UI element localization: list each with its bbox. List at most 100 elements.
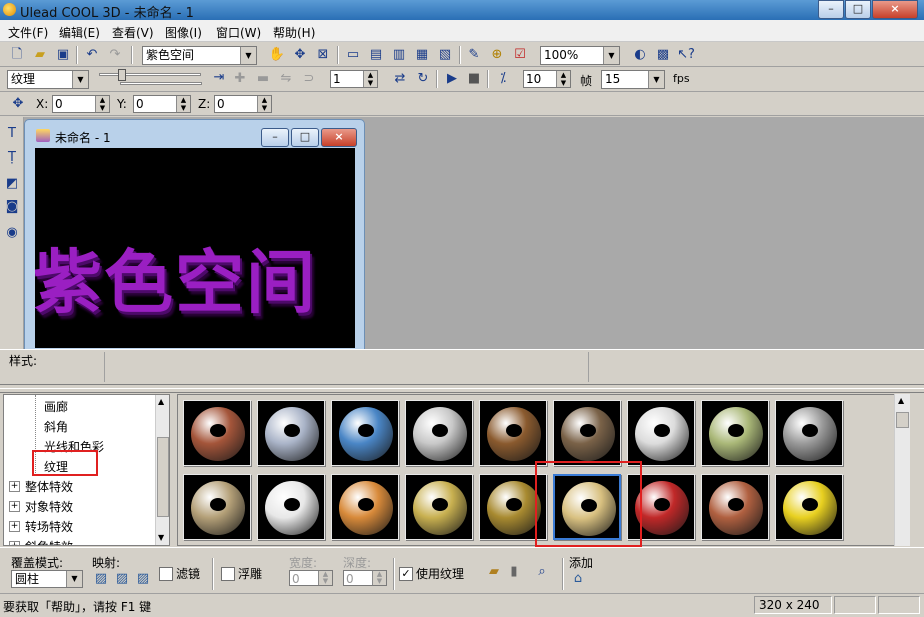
spin-arrows-icon[interactable]: ▲ ▼ [556,71,570,87]
texture-thumb-gold[interactable] [405,474,473,540]
expand-icon[interactable]: + [9,501,20,512]
loop-play-icon[interactable]: ⇄ [391,70,409,88]
tree-item-transition-effects[interactable]: 转场特效 [25,518,73,535]
undo-icon[interactable]: ↶ [83,46,101,64]
render-canvas[interactable]: 紫色空间 [35,148,355,348]
export-image-icon[interactable]: ▩ [654,46,672,64]
insert-graphic-icon[interactable]: ◩ [3,175,21,193]
save-icon[interactable]: ▣ [54,46,72,64]
tree-scrollbar[interactable]: ▲ ▼ [155,395,169,545]
add-to-library-icon[interactable]: ⌂ [569,570,587,588]
spin-arrows-icon[interactable]: ▲ ▼ [95,96,109,112]
y-input[interactable]: 0 ▲ ▼ [133,95,191,113]
depth-input[interactable]: 0 ▲ ▼ [343,570,387,586]
play-icon[interactable]: ▶ [443,70,461,88]
insert-text-icon[interactable]: T [3,125,21,143]
loop-icon[interactable]: ⊃ [300,70,318,88]
tree-item-object-effects[interactable]: 对象特效 [25,498,73,515]
texture-thumb-terracotta[interactable] [701,474,769,540]
hand-pan-icon[interactable]: ✋ [268,46,286,64]
maximize-button[interactable]: □ [845,0,871,19]
doc-close-button[interactable]: × [321,128,357,147]
keyframe-track[interactable] [120,82,202,85]
attribute-select[interactable]: 纹理 ▼ [7,70,89,89]
text-object-select[interactable]: 紫色空间 ▼ [142,46,257,65]
scroll-up-icon[interactable]: ▲ [158,397,164,406]
menu-image[interactable]: 图像(I) [165,24,202,41]
tree-item-gallery[interactable]: 画廊 [44,398,68,415]
texture-thumb-yellow[interactable] [775,474,843,540]
spin-arrows-icon[interactable]: ▲ ▼ [176,96,190,112]
texture-thumb-chrome[interactable] [257,474,325,540]
insert-shape-icon[interactable]: ◙ [3,198,21,216]
emboss-checkbox[interactable] [221,567,235,581]
scroll-thumb[interactable] [896,412,909,428]
texture-thumb-white-brick[interactable] [405,400,473,466]
edit-text-icon[interactable]: Ṭ [3,149,21,167]
globe-icon[interactable]: ⊕ [488,46,506,64]
go-to-end-icon[interactable]: ⇥ [210,69,228,87]
scroll-down-icon[interactable]: ▼ [158,533,164,542]
texture-thumb-gray-granite[interactable] [775,400,843,466]
filter-checkbox[interactable] [159,567,173,581]
menu-help[interactable]: 帮助(H) [273,24,315,41]
width-input[interactable]: 0 ▲ ▼ [289,570,333,586]
tree-item-bevel-effects[interactable]: 斜角特效 [25,538,73,545]
texture-thumb-brick[interactable] [183,400,251,466]
spin-arrows-icon[interactable]: ▲ ▼ [363,71,377,87]
view-back-icon[interactable]: ▧ [436,46,454,64]
redo-icon[interactable]: ↷ [106,46,124,64]
refresh-icon[interactable]: ↻ [414,70,432,88]
view-side-icon[interactable]: ▥ [390,46,408,64]
splitter[interactable] [0,388,924,393]
menu-file[interactable]: 文件(F) [8,24,48,41]
render-icon[interactable]: ✎ [465,46,483,64]
use-texture-checkbox[interactable]: ✓ [399,567,413,581]
tree-item-global-effects[interactable]: 整体特效 [25,478,73,495]
texture-thumb-green-lichen[interactable] [701,400,769,466]
spin-arrows-icon[interactable]: ▲ ▼ [372,571,386,585]
stop-icon[interactable]: ■ [465,70,483,88]
fps-select[interactable]: 15 ▼ [601,70,665,89]
texture-thumb-silver-pattern[interactable] [257,400,325,466]
map-mode-1-icon[interactable]: ▨ [92,570,110,588]
gallery-scrollbar[interactable]: ▲ [894,394,910,546]
spin-arrows-icon[interactable]: ▲ ▼ [257,96,271,112]
remove-keyframe-icon[interactable]: ▬ [254,70,272,88]
timeline-slider-handle[interactable] [118,69,126,81]
close-button[interactable]: × [872,0,918,19]
view-bottom-icon[interactable]: ▦ [413,46,431,64]
overlay-mode-select[interactable]: 圆柱 ▼ [11,570,83,588]
texture-thumb-rock[interactable] [553,400,621,466]
geometric-icon[interactable]: ◉ [3,224,21,242]
doc-maximize-button[interactable]: □ [291,128,319,147]
menu-window[interactable]: 窗口(W) [216,24,261,41]
texture-thumb-white-marble[interactable] [627,400,695,466]
menu-view[interactable]: 查看(V) [112,24,154,41]
rotate-object-icon[interactable]: ✥ [291,46,309,64]
reverse-icon[interactable]: ⇋ [277,70,295,88]
z-input[interactable]: 0 ▲ ▼ [214,95,272,113]
context-help-icon[interactable]: ↖? [677,46,695,64]
expand-icon[interactable]: + [9,521,20,532]
x-input[interactable]: 0 ▲ ▼ [52,95,110,113]
texture-thumb-wood-stripe[interactable] [479,400,547,466]
texture-thumb-copper[interactable] [331,474,399,540]
tree-item-bevel[interactable]: 斜角 [44,418,68,435]
new-file-icon[interactable]: 🗋 [8,46,26,64]
move-object-icon[interactable]: ✥ [9,95,27,113]
texture-library-icon[interactable]: ▮ [505,563,523,581]
map-mode-3-icon[interactable]: ▨ [134,570,152,588]
expand-icon[interactable]: + [9,541,20,545]
plugin-icon[interactable]: ◐ [631,46,649,64]
view-front-icon[interactable]: ▭ [344,46,362,64]
scroll-up-icon[interactable]: ▲ [898,396,904,405]
timeline-track[interactable] [99,73,201,76]
load-texture-icon[interactable]: ▰ [485,563,503,581]
tween-icon[interactable]: ⁒ [494,70,512,88]
texture-search-icon[interactable]: ⌕ [533,563,551,581]
spin-arrows-icon[interactable]: ▲ ▼ [318,571,332,585]
total-frames-input[interactable]: 10 ▲ ▼ [523,70,571,88]
zoom-select[interactable]: 100% ▼ [540,46,620,65]
texture-thumb-blue-stone[interactable] [331,400,399,466]
